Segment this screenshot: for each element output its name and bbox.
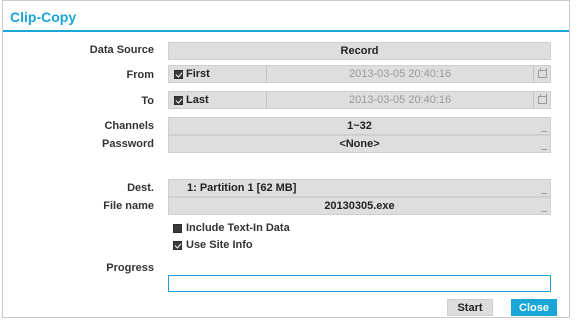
password-field[interactable]: <None> _ <box>168 135 551 153</box>
to-datetime[interactable]: 2013-03-05 20:40:16 <box>349 94 451 106</box>
to-label: To <box>141 95 154 107</box>
more-icon: _ <box>541 140 547 151</box>
channels-field[interactable]: 1~32 _ <box>168 117 551 135</box>
use-site-info-checkbox[interactable] <box>173 241 182 250</box>
dest-value: 1: Partition 1 [62 MB] <box>187 182 297 194</box>
from-label: From <box>126 69 155 81</box>
file-name-field[interactable]: 20130305.exe _ <box>168 197 551 215</box>
channels-value: 1~32 <box>347 120 372 132</box>
dialog-title: Clip-Copy <box>10 9 77 25</box>
from-first-toggle[interactable]: First <box>169 66 267 82</box>
start-button[interactable]: Start <box>447 299 493 316</box>
progress-label: Progress <box>106 262 154 274</box>
calendar-icon <box>538 94 547 104</box>
password-label: Password <box>102 138 154 150</box>
data-source-value: Record <box>340 45 379 57</box>
dest-label: Dest. <box>127 182 154 194</box>
calendar-icon <box>538 68 547 78</box>
to-calendar-button[interactable] <box>533 92 550 108</box>
more-icon: _ <box>541 122 547 133</box>
password-value: <None> <box>339 138 380 150</box>
data-source-field[interactable]: Record <box>168 42 551 60</box>
data-source-label: Data Source <box>89 44 154 56</box>
progress-bar <box>168 275 551 292</box>
from-field: First 2013-03-05 20:40:16 <box>168 65 551 83</box>
from-calendar-button[interactable] <box>533 66 550 82</box>
use-site-info-label: Use Site Info <box>186 239 253 251</box>
file-name-label: File name <box>103 200 154 212</box>
include-text-in-label: Include Text-In Data <box>186 222 290 234</box>
file-name-value: 20130305.exe <box>324 200 395 212</box>
title-divider <box>3 30 569 32</box>
close-button[interactable]: Close <box>511 299 557 316</box>
channels-label: Channels <box>104 120 154 132</box>
more-icon: _ <box>541 184 547 195</box>
to-field: Last 2013-03-05 20:40:16 <box>168 91 551 109</box>
include-text-in-checkbox[interactable] <box>173 224 182 233</box>
from-first-label: First <box>186 68 210 80</box>
to-last-label: Last <box>186 94 209 106</box>
from-first-checkbox[interactable] <box>174 70 183 79</box>
more-icon: _ <box>541 202 547 213</box>
from-datetime[interactable]: 2013-03-05 20:40:16 <box>349 68 451 80</box>
dest-field[interactable]: 1: Partition 1 [62 MB] _ <box>168 179 551 197</box>
to-last-toggle[interactable]: Last <box>169 92 267 108</box>
to-last-checkbox[interactable] <box>174 96 183 105</box>
clip-copy-dialog: Clip-Copy Data Source Record From First … <box>2 0 570 318</box>
